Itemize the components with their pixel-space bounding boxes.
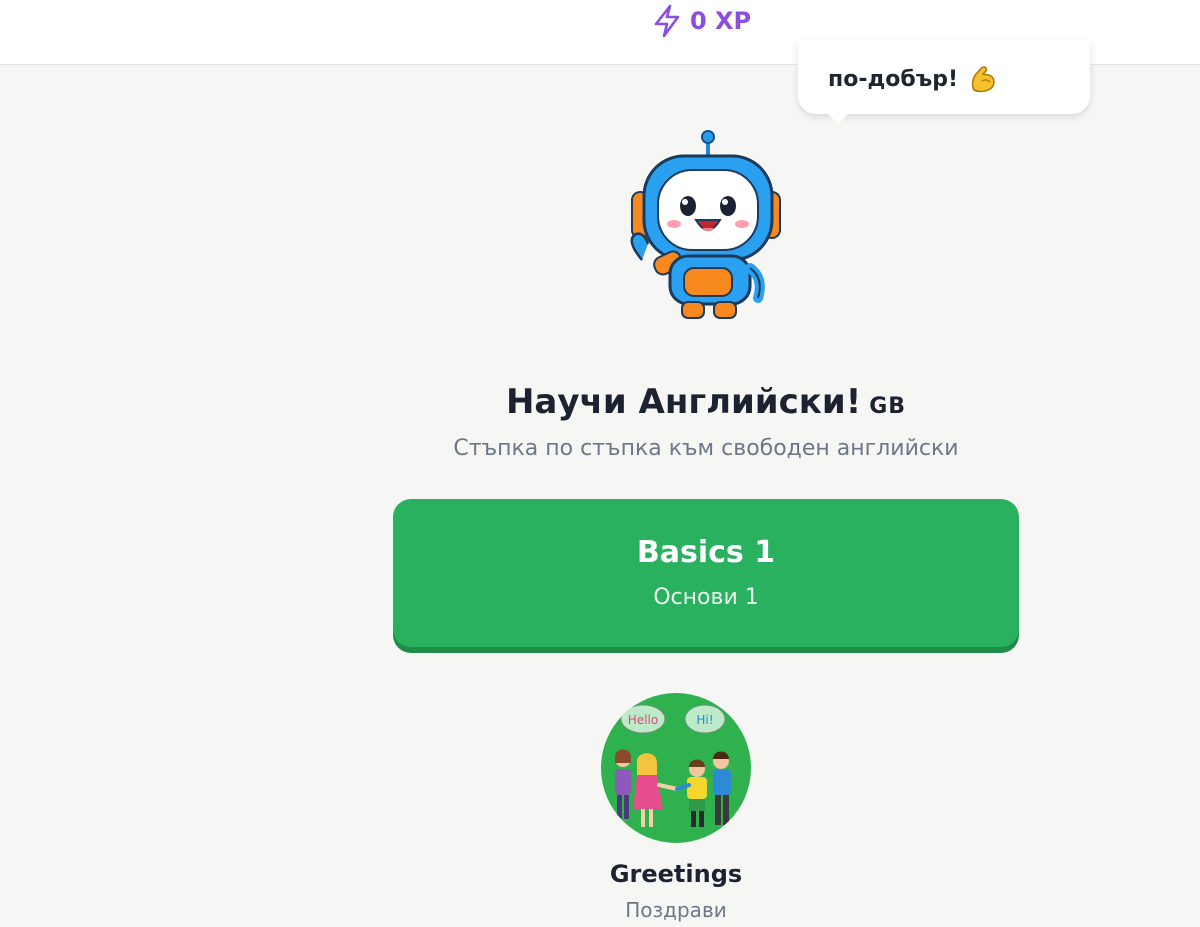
lesson-title: Greetings bbox=[609, 860, 743, 888]
lesson-subtitle: Поздрави bbox=[625, 898, 727, 922]
unit-title: Basics 1 bbox=[636, 535, 776, 570]
robot-mascot bbox=[630, 130, 781, 319]
lightning-bolt-icon bbox=[654, 4, 680, 38]
unit-card-basics-1[interactable]: Basics 1 Основи 1 bbox=[393, 499, 1019, 647]
flag-text: GB bbox=[869, 394, 907, 419]
unit-subtitle: Основи 1 bbox=[653, 585, 759, 610]
speech-text: по-добър! bbox=[828, 66, 959, 92]
speech-bubble-tail bbox=[826, 112, 850, 124]
hi-bubble-text: Hi! bbox=[696, 713, 713, 727]
mascot-speech-bubble: по-добър! bbox=[798, 40, 1090, 114]
course-title-text: Научи Английски! bbox=[505, 382, 862, 422]
course-title: Научи Английски! GB bbox=[0, 382, 1200, 422]
course-subtitle: Стъпка по стъпка към свободен английски bbox=[453, 436, 959, 461]
xp-label: 0 XP bbox=[690, 7, 752, 35]
flexed-biceps-icon bbox=[971, 66, 995, 93]
lesson-node-greetings[interactable]: Hello Hi! bbox=[601, 693, 751, 843]
greetings-illustration: Hello Hi! bbox=[615, 704, 731, 827]
xp-counter[interactable]: 0 XP bbox=[652, 4, 751, 38]
hello-bubble-text: Hello bbox=[628, 713, 658, 727]
